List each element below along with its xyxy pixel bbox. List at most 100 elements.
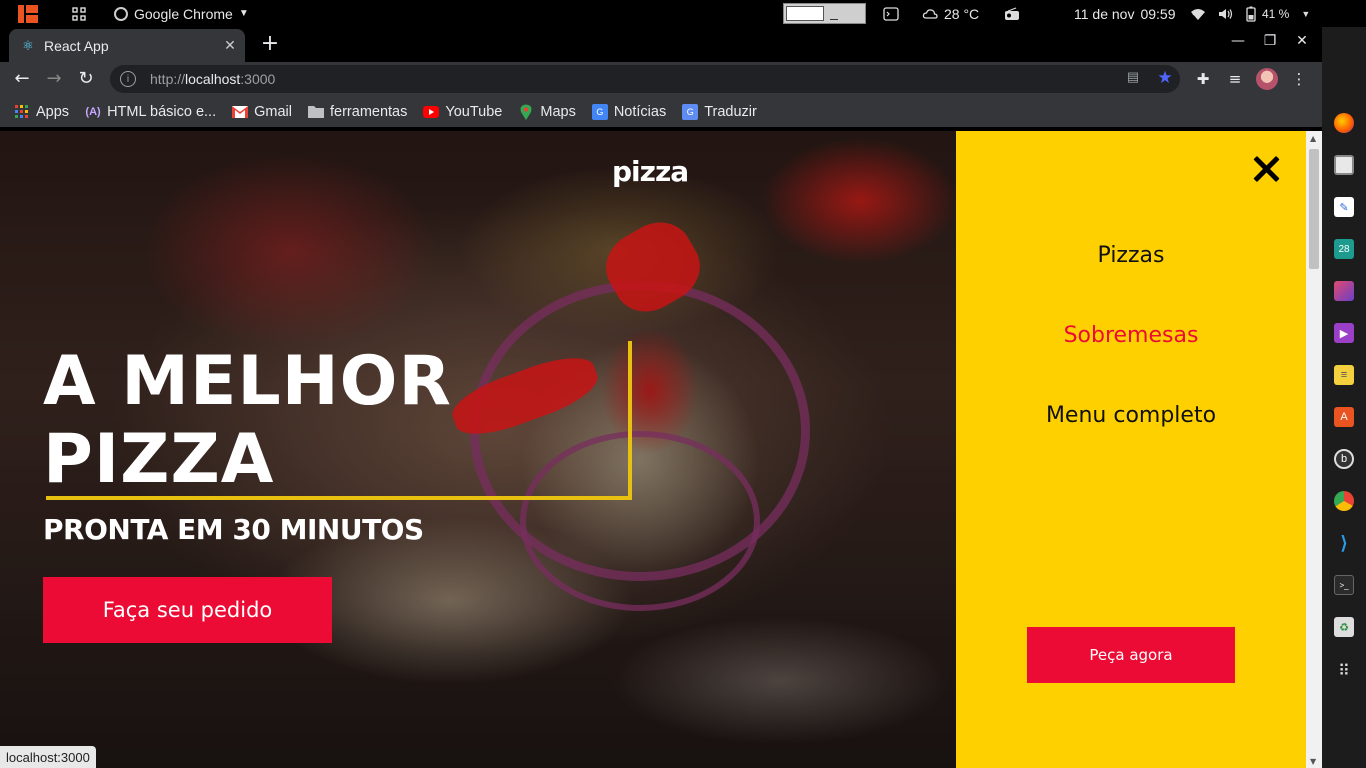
bookmark-label: HTML básico e...: [107, 103, 217, 120]
bookmark-traduzir[interactable]: G Traduzir: [682, 103, 757, 120]
address-bar[interactable]: i http://localhost:3000 ▤ ★: [110, 65, 1180, 93]
bookmark-maps[interactable]: Maps: [518, 103, 576, 120]
workspace-switcher[interactable]: [783, 3, 866, 24]
maps-pin-icon: [518, 104, 534, 120]
back-button[interactable]: ←: [10, 67, 34, 91]
menu-item-sobremesas[interactable]: Sobremesas: [956, 323, 1306, 348]
translate-page-icon[interactable]: ▤: [1124, 69, 1142, 87]
hero-headline: A MELHOR PIZZA: [43, 343, 452, 499]
clock[interactable]: 11 de nov 09:59 ●: [1074, 0, 1198, 27]
text-editor-icon[interactable]: ✎: [1334, 197, 1354, 217]
active-app-name: Google Chrome: [134, 5, 233, 22]
show-apps-icon[interactable]: ⠿: [1334, 661, 1354, 681]
react-icon: ⚛: [22, 37, 34, 53]
apps-grid-icon: [14, 104, 30, 120]
media-player-icon[interactable]: ▶: [1334, 323, 1354, 343]
close-menu-icon[interactable]: [1252, 155, 1280, 183]
url-scheme: http://: [150, 71, 186, 87]
profile-avatar[interactable]: [1256, 68, 1278, 90]
bookmarks-bar: Apps (A) HTML básico e... Gmail ferramen…: [0, 96, 1322, 127]
menu-item-pizzas[interactable]: Pizzas: [956, 243, 1306, 268]
side-menu: Pizzas Sobremesas Menu completo Peça ago…: [956, 131, 1306, 768]
new-tab-button[interactable]: +: [258, 33, 282, 57]
bookmark-html-basico[interactable]: (A) HTML básico e...: [85, 104, 216, 120]
scroll-down-icon[interactable]: ▼: [1310, 757, 1316, 766]
app-grid-icon[interactable]: [72, 0, 86, 27]
bookmark-label: YouTube: [445, 103, 503, 120]
scroll-up-icon[interactable]: ▲: [1310, 134, 1316, 143]
headline-frame: [628, 341, 632, 499]
extensions-icon[interactable]: ✚: [1192, 68, 1214, 90]
bookmark-label: Maps: [540, 103, 576, 120]
dock: ✎ 28 ▶ ≡ A b ⟩ >_ ♻ ⠿: [1322, 27, 1366, 768]
chrome-icon[interactable]: [1334, 491, 1354, 511]
restore-icon[interactable]: ❐: [1260, 33, 1280, 49]
time: 09:59: [1140, 5, 1176, 22]
app-icon[interactable]: [1334, 281, 1354, 301]
temperature: 28 °C: [944, 5, 980, 22]
angular-icon: (A): [85, 105, 101, 118]
weather-indicator[interactable]: 28 °C: [922, 0, 979, 27]
tab-react-app[interactable]: ⚛ React App ✕: [9, 29, 245, 62]
terminal-indicator-icon[interactable]: [883, 0, 899, 27]
bookmark-noticias[interactable]: G Notícias: [591, 103, 667, 120]
bookmark-gmail[interactable]: Gmail: [232, 104, 292, 120]
terminal-icon[interactable]: >_: [1334, 575, 1354, 595]
bookmark-label: Traduzir: [704, 103, 757, 120]
headline-line-1: A MELHOR: [43, 342, 452, 421]
folder-icon: [308, 104, 324, 120]
bookmark-star-icon[interactable]: ★: [1156, 69, 1174, 87]
translate-icon: G: [682, 103, 699, 120]
system-top-bar: Google Chrome ▼ 28 °C 11 de nov 09:59 ● …: [0, 0, 1366, 27]
bookmark-apps[interactable]: Apps: [14, 104, 69, 120]
chrome-icon: [114, 6, 128, 21]
order-now-button[interactable]: Peça agora: [1027, 627, 1235, 683]
files-icon[interactable]: [1334, 155, 1354, 175]
active-app-menu[interactable]: Google Chrome ▼: [114, 0, 249, 27]
trash-icon[interactable]: ♻: [1334, 617, 1354, 637]
tab-title: React App: [44, 37, 109, 54]
order-button[interactable]: Faça seu pedido: [43, 577, 332, 643]
more-menu-icon[interactable]: ⋮: [1288, 68, 1310, 90]
youtube-icon: [423, 104, 440, 120]
scroll-thumb[interactable]: [1309, 149, 1319, 269]
page-viewport: pizza A MELHOR PIZZA PRONTA EM 30 MINUTO…: [0, 131, 1306, 768]
close-window-icon[interactable]: ✕: [1292, 33, 1312, 49]
activities-icon[interactable]: [18, 0, 38, 27]
forward-button[interactable]: →: [42, 67, 66, 91]
bookmark-label: Notícias: [613, 103, 667, 120]
firefox-icon[interactable]: [1334, 113, 1354, 133]
headline-line-2: PIZZA: [43, 420, 275, 499]
headline-frame: [46, 496, 632, 500]
hero-background-image: [520, 431, 760, 611]
vscode-icon[interactable]: ⟩: [1334, 533, 1354, 553]
media-queue-icon[interactable]: ≡: [1224, 68, 1246, 90]
chevron-down-icon: ▼: [238, 8, 249, 19]
system-tray[interactable]: 41 % ▼: [1190, 0, 1310, 27]
site-info-icon[interactable]: i: [120, 71, 136, 87]
url-host: localhost: [185, 71, 241, 87]
notes-icon[interactable]: ≡: [1334, 365, 1354, 385]
hero-subheadline: PRONTA EM 30 MINUTOS: [43, 513, 424, 546]
url-port: :3000: [240, 71, 276, 87]
chevron-down-icon: ▼: [1301, 8, 1311, 19]
news-icon: G: [591, 103, 608, 120]
minimize-icon[interactable]: —: [1228, 33, 1248, 49]
battery-level: 41 %: [1262, 6, 1290, 21]
battery-icon: [1246, 6, 1256, 22]
calendar-icon[interactable]: 28: [1334, 239, 1354, 259]
close-tab-icon[interactable]: ✕: [221, 37, 239, 54]
menu-item-menu-completo[interactable]: Menu completo: [956, 403, 1306, 428]
bookmark-youtube[interactable]: YouTube: [423, 104, 502, 120]
bookmark-ferramentas[interactable]: ferramentas: [308, 104, 407, 120]
software-center-icon[interactable]: A: [1334, 407, 1354, 427]
radio-icon[interactable]: [1004, 0, 1020, 27]
beekeeper-icon[interactable]: b: [1334, 449, 1354, 469]
status-bubble: localhost:3000: [0, 746, 96, 768]
browser-toolbar: ← → ↻ i http://localhost:3000 ▤ ★ ✚ ≡ ⋮: [0, 62, 1322, 96]
bookmark-label: Gmail: [254, 103, 292, 120]
reload-button[interactable]: ↻: [74, 67, 98, 91]
brand-logo[interactable]: pizza: [612, 155, 689, 188]
url-text: http://localhost:3000: [150, 71, 275, 87]
page-scrollbar[interactable]: ▲ ▼: [1306, 131, 1322, 768]
